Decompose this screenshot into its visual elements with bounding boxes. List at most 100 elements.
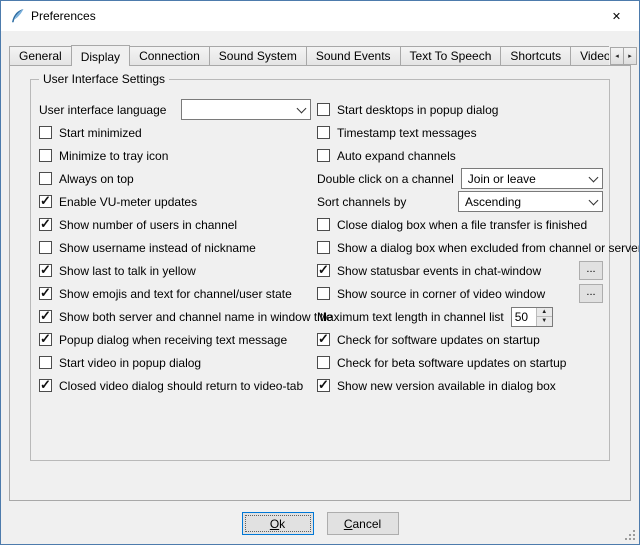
sort-by-value: Ascending xyxy=(465,195,586,209)
arrow-right-icon: ▸ xyxy=(628,52,632,60)
spin-down-icon[interactable]: ▼ xyxy=(537,316,552,326)
sort-by-label: Sort channels by xyxy=(317,195,406,209)
close-button[interactable]: ✕ xyxy=(594,1,639,31)
chevron-down-icon xyxy=(294,108,308,112)
checkbox-row-minimize-to-tray[interactable]: Minimize to tray icon xyxy=(39,144,311,167)
language-label: User interface language xyxy=(39,103,166,117)
language-select[interactable] xyxy=(181,99,311,120)
window-title: Preferences xyxy=(31,9,96,23)
checkbox-row-desktops-popup[interactable]: Start desktops in popup dialog xyxy=(317,98,603,121)
spin-up-icon[interactable]: ▲ xyxy=(537,308,552,317)
checkbox[interactable] xyxy=(39,356,52,369)
checkbox[interactable] xyxy=(39,218,52,231)
checkbox-row-check-updates[interactable]: Check for software updates on startup xyxy=(317,328,603,351)
tab-display[interactable]: Display xyxy=(71,45,130,66)
app-icon xyxy=(9,8,25,24)
checkbox-label: Minimize to tray icon xyxy=(59,149,168,163)
tab-connection[interactable]: Connection xyxy=(129,46,210,65)
checkbox[interactable] xyxy=(39,379,52,392)
tab-shortcuts[interactable]: Shortcuts xyxy=(500,46,571,65)
checkbox-row-timestamp[interactable]: Timestamp text messages xyxy=(317,121,603,144)
tab-sound-system[interactable]: Sound System xyxy=(209,46,307,65)
tab-video[interactable]: Video xyxy=(570,46,609,65)
dialog-buttons: Ok Cancel xyxy=(1,512,639,535)
arrow-left-icon: ◂ xyxy=(615,52,619,60)
max-text-length-spinner[interactable]: 50 ▲ ▼ xyxy=(511,307,553,327)
checkbox[interactable] xyxy=(39,241,52,254)
chevron-down-icon xyxy=(586,177,600,181)
checkbox[interactable] xyxy=(39,149,52,162)
checkbox[interactable] xyxy=(317,149,330,162)
checkbox[interactable] xyxy=(39,264,52,277)
checkbox-row-start-minimized[interactable]: Start minimized xyxy=(39,121,311,144)
checkbox[interactable] xyxy=(317,379,330,392)
video-source-more-button[interactable]: ... xyxy=(579,284,603,303)
checkbox-label: Check for beta software updates on start… xyxy=(337,356,566,370)
right-column: Start desktops in popup dialog Timestamp… xyxy=(317,98,603,397)
checkbox-row-new-version-dialog[interactable]: Show new version available in dialog box xyxy=(317,374,603,397)
checkbox-row-show-user-count[interactable]: Show number of users in channel xyxy=(39,213,311,236)
tab-scroll-buttons: ◂ ▸ xyxy=(610,47,637,65)
max-text-length-value: 50 xyxy=(512,308,536,326)
checkbox-row-username-instead-nickname[interactable]: Show username instead of nickname xyxy=(39,236,311,259)
checkbox[interactable] xyxy=(317,333,330,346)
sort-by-row: Sort channels by Ascending xyxy=(317,190,603,213)
checkbox[interactable] xyxy=(317,103,330,116)
checkbox-label: Show username instead of nickname xyxy=(59,241,256,255)
resize-grip[interactable] xyxy=(624,529,637,542)
left-column: User interface language Start minimized … xyxy=(39,98,311,397)
close-icon: ✕ xyxy=(612,10,621,23)
checkbox-row-last-to-talk[interactable]: Show last to talk in yellow xyxy=(39,259,311,282)
ok-button[interactable]: Ok xyxy=(242,512,314,535)
statusbar-events-more-button[interactable]: ... xyxy=(579,261,603,280)
tab-scroll-right-button[interactable]: ▸ xyxy=(623,47,637,65)
checkbox[interactable] xyxy=(39,126,52,139)
checkbox[interactable] xyxy=(39,333,52,346)
checkbox[interactable] xyxy=(317,356,330,369)
checkbox-row-always-on-top[interactable]: Always on top xyxy=(39,167,311,190)
preferences-window: Preferences ✕ General Display Connection… xyxy=(0,0,640,545)
checkbox-row-emojis[interactable]: Show emojis and text for channel/user st… xyxy=(39,282,311,305)
checkbox-label: Check for software updates on startup xyxy=(337,333,540,347)
checkbox[interactable] xyxy=(39,172,52,185)
double-click-label: Double click on a channel xyxy=(317,172,454,186)
checkbox[interactable] xyxy=(317,241,330,254)
double-click-select[interactable]: Join or leave xyxy=(461,168,603,189)
checkbox-label: Show new version available in dialog box xyxy=(337,379,556,393)
checkbox[interactable] xyxy=(317,218,330,231)
checkbox-row-video-popup[interactable]: Start video in popup dialog xyxy=(39,351,311,374)
checkbox[interactable] xyxy=(317,287,330,300)
checkbox-row-window-title[interactable]: Show both server and channel name in win… xyxy=(39,305,311,328)
checkbox-row-auto-expand[interactable]: Auto expand channels xyxy=(317,144,603,167)
checkbox[interactable] xyxy=(39,287,52,300)
tab-pane: User Interface Settings User interface l… xyxy=(9,65,631,501)
titlebar[interactable]: Preferences ✕ xyxy=(1,1,639,31)
sort-by-select[interactable]: Ascending xyxy=(458,191,603,212)
checkbox-row-statusbar-events[interactable]: Show statusbar events in chat-window ... xyxy=(317,259,603,282)
checkbox-row-popup-text-message[interactable]: Popup dialog when receiving text message xyxy=(39,328,311,351)
checkbox-row-check-beta-updates[interactable]: Check for beta software updates on start… xyxy=(317,351,603,374)
checkbox-row-close-on-transfer[interactable]: Close dialog box when a file transfer is… xyxy=(317,213,603,236)
checkbox-label: Start desktops in popup dialog xyxy=(337,103,498,117)
checkbox-label: Show number of users in channel xyxy=(59,218,237,232)
tab-general[interactable]: General xyxy=(9,46,72,65)
double-click-value: Join or leave xyxy=(468,172,586,186)
checkbox-row-closed-video-return[interactable]: Closed video dialog should return to vid… xyxy=(39,374,311,397)
tab-text-to-speech[interactable]: Text To Speech xyxy=(400,46,502,65)
checkbox[interactable] xyxy=(317,126,330,139)
checkbox-label: Show both server and channel name in win… xyxy=(59,310,333,324)
checkbox[interactable] xyxy=(39,310,52,323)
checkbox-label: Enable VU-meter updates xyxy=(59,195,197,209)
tab-sound-events[interactable]: Sound Events xyxy=(306,46,401,65)
checkbox-row-excluded-dialog[interactable]: Show a dialog box when excluded from cha… xyxy=(317,236,603,259)
chevron-down-icon xyxy=(586,200,600,204)
checkbox-row-vu-meter[interactable]: Enable VU-meter updates xyxy=(39,190,311,213)
checkbox[interactable] xyxy=(39,195,52,208)
double-click-row: Double click on a channel Join or leave xyxy=(317,167,603,190)
checkbox-label: Timestamp text messages xyxy=(337,126,477,140)
checkbox-row-video-source-corner[interactable]: Show source in corner of video window ..… xyxy=(317,282,603,305)
cancel-button[interactable]: Cancel xyxy=(327,512,399,535)
checkbox[interactable] xyxy=(317,264,330,277)
checkbox-label: Show last to talk in yellow xyxy=(59,264,196,278)
tab-scroll-left-button[interactable]: ◂ xyxy=(610,47,624,65)
